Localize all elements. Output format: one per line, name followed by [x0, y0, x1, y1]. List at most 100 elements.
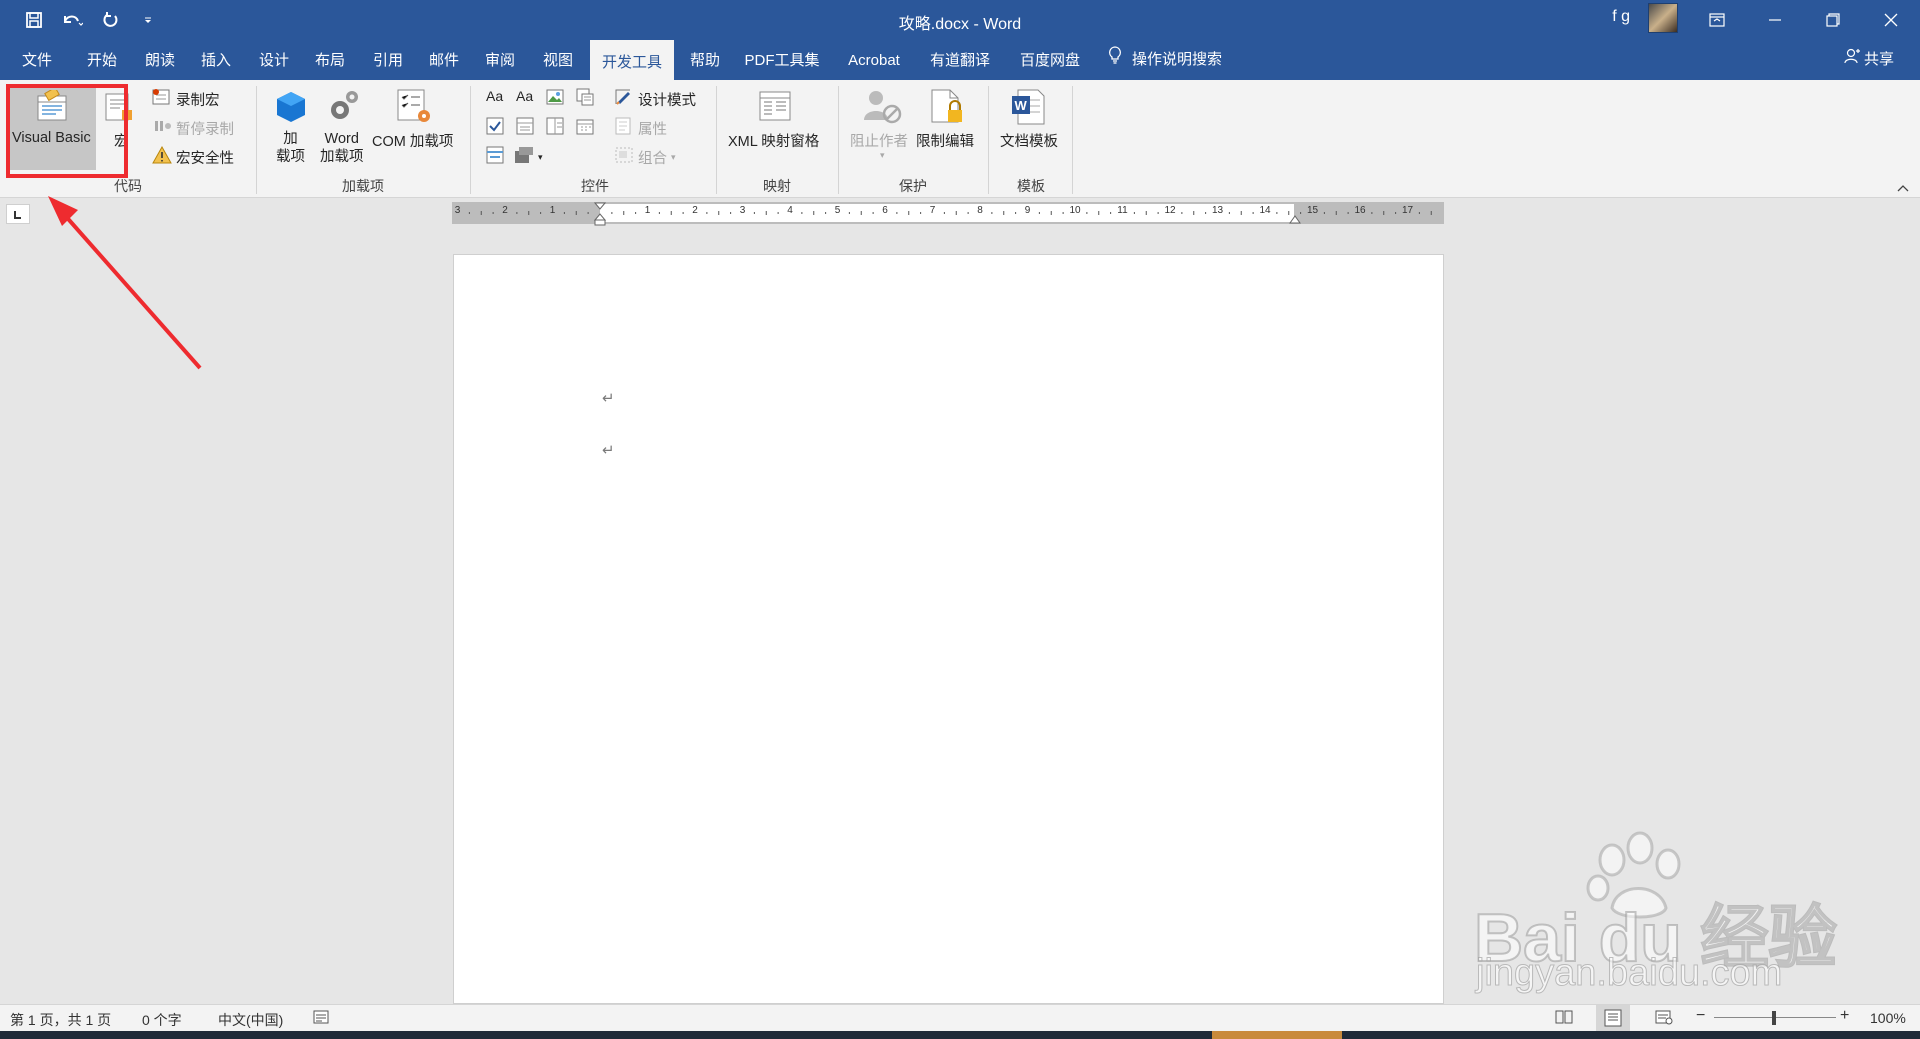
group-separator: [256, 86, 257, 194]
zoom-level[interactable]: 100%: [1870, 1010, 1906, 1026]
restore-icon[interactable]: [1804, 0, 1862, 40]
word-document-template-icon: W: [1010, 88, 1046, 130]
tab-design[interactable]: 设计: [248, 40, 300, 80]
checkbox-control-icon[interactable]: [486, 117, 504, 139]
tell-me-label: 操作说明搜索: [1132, 51, 1223, 68]
addins-icon: [274, 90, 308, 128]
tab-insert[interactable]: 插入: [190, 40, 242, 80]
tell-me-search[interactable]: 操作说明搜索: [1108, 40, 1222, 80]
xml-mapping-pane-button[interactable]: XML 映射窗格: [728, 130, 819, 151]
tab-read-aloud[interactable]: 朗读: [134, 40, 186, 80]
design-mode-icon: [614, 88, 634, 110]
record-macro-label: 录制宏: [176, 92, 220, 109]
tab-layout[interactable]: 布局: [304, 40, 356, 80]
group-separator: [470, 86, 471, 194]
group-label: 组合: [638, 150, 667, 167]
tab-help[interactable]: 帮助: [680, 40, 730, 80]
tab-references[interactable]: 引用: [362, 40, 414, 80]
gear-icon: [326, 88, 362, 128]
pause-recording-button[interactable]: 暂停录制: [152, 117, 234, 139]
minimize-icon[interactable]: [1746, 0, 1804, 40]
design-mode-button[interactable]: 设计模式: [614, 88, 696, 110]
document-page[interactable]: ↵ ↵: [453, 254, 1444, 1004]
group-separator: [838, 86, 839, 194]
macro-security-button[interactable]: 宏安全性: [152, 145, 234, 168]
language-indicator[interactable]: 中文(中国): [218, 1010, 283, 1030]
group-label-addins: 加载项: [342, 178, 384, 194]
legacy-tools-button[interactable]: ▾: [514, 146, 543, 168]
zoom-out-button[interactable]: −: [1696, 1007, 1705, 1025]
tab-developer[interactable]: 开发工具: [590, 40, 674, 80]
date-picker-icon[interactable]: [576, 117, 594, 139]
plain-text-control-icon[interactable]: Aa: [516, 88, 533, 104]
page-count[interactable]: 第 1 页，共 1 页: [10, 1010, 111, 1030]
close-icon[interactable]: [1862, 0, 1920, 40]
record-macro-button[interactable]: 录制宏: [152, 88, 220, 110]
properties-button[interactable]: 属性: [614, 117, 667, 139]
share-button[interactable]: 共享: [1844, 40, 1894, 80]
tab-baidu-netdisk[interactable]: 百度网盘: [1008, 40, 1092, 80]
horizontal-ruler[interactable]: 3 2 1 1 2 3 4 5 6 7 8 9 10 11 12 13 14 15 16 17: [452, 202, 1444, 226]
tab-selector[interactable]: [6, 204, 30, 224]
document-template-button[interactable]: 文档模板: [1000, 130, 1058, 151]
right-indent-marker-icon[interactable]: [1289, 212, 1301, 224]
picture-control-icon[interactable]: [546, 88, 564, 110]
block-authors-icon: [862, 88, 902, 128]
web-layout-icon[interactable]: [1654, 1008, 1674, 1029]
group-label-mapping: 映射: [763, 178, 791, 194]
legacy-tools-icon: [514, 146, 534, 168]
share-label: 共享: [1863, 51, 1894, 68]
avatar[interactable]: [1648, 3, 1678, 33]
group-separator: [988, 86, 989, 194]
tab-acrobat[interactable]: Acrobat: [834, 40, 914, 80]
restrict-editing-button[interactable]: 限制编辑: [916, 130, 974, 151]
read-mode-icon[interactable]: [1554, 1008, 1574, 1029]
person-icon: [1844, 39, 1860, 81]
addins-button[interactable]: 加 载项: [276, 130, 305, 166]
highlight-box: [6, 84, 128, 178]
tab-youdao-translate[interactable]: 有道翻译: [920, 40, 1000, 80]
group-label-protect: 保护: [899, 178, 927, 194]
tab-review[interactable]: 审阅: [474, 40, 526, 80]
tab-pdf-tools[interactable]: PDF工具集: [738, 40, 826, 80]
tab-file[interactable]: 文件: [12, 40, 62, 80]
user-name[interactable]: f g: [1612, 8, 1630, 26]
building-block-icon[interactable]: [576, 88, 594, 110]
block-authors-button[interactable]: 阻止作者: [850, 130, 908, 151]
repeating-section-icon[interactable]: [486, 146, 504, 168]
word-addins-button[interactable]: Word 加载项: [320, 130, 364, 166]
taskbar-app[interactable]: [1212, 1031, 1342, 1039]
document-title: 攻略.docx - Word: [898, 16, 1022, 33]
proofing-icon[interactable]: [312, 1008, 330, 1029]
word-count[interactable]: 0 个字: [142, 1010, 182, 1030]
addins-label-1: 加: [283, 131, 298, 147]
title-bar: 攻略.docx - Word f g: [0, 0, 1920, 40]
paragraph-mark: ↵: [602, 390, 615, 407]
tab-home[interactable]: 开始: [76, 40, 128, 80]
group-icon: [614, 146, 634, 168]
svg-text:W: W: [1015, 98, 1028, 113]
group-separator: [1072, 86, 1073, 194]
combo-box-icon[interactable]: [516, 117, 534, 139]
com-addins-button[interactable]: COM 加载项: [372, 130, 453, 151]
group-button[interactable]: 组合 ▾: [614, 146, 676, 168]
chevron-down-icon: ▾: [671, 151, 676, 162]
tab-mailings[interactable]: 邮件: [418, 40, 470, 80]
ribbon: Visual Basic 宏 录制宏 暂停录制 宏安全性 代码 加 载项 Wor…: [0, 80, 1920, 198]
dropdown-list-icon[interactable]: [546, 117, 564, 139]
collapse-ribbon-icon[interactable]: [1896, 180, 1910, 198]
rich-text-control-icon[interactable]: Aa: [486, 88, 503, 104]
indent-marker-icon[interactable]: [594, 202, 606, 226]
window-controls: [1688, 0, 1920, 40]
print-layout-icon[interactable]: [1596, 1005, 1630, 1031]
pause-recording-label: 暂停录制: [176, 121, 234, 138]
properties-label: 属性: [638, 121, 667, 138]
restrict-editing-icon: [930, 88, 964, 130]
group-separator: [716, 86, 717, 194]
zoom-slider-thumb[interactable]: [1772, 1011, 1776, 1025]
ribbon-display-options-icon[interactable]: [1688, 0, 1746, 40]
macro-security-label: 宏安全性: [176, 150, 234, 167]
zoom-in-button[interactable]: +: [1840, 1007, 1849, 1025]
xml-mapping-icon: [758, 90, 792, 126]
tab-view[interactable]: 视图: [532, 40, 584, 80]
